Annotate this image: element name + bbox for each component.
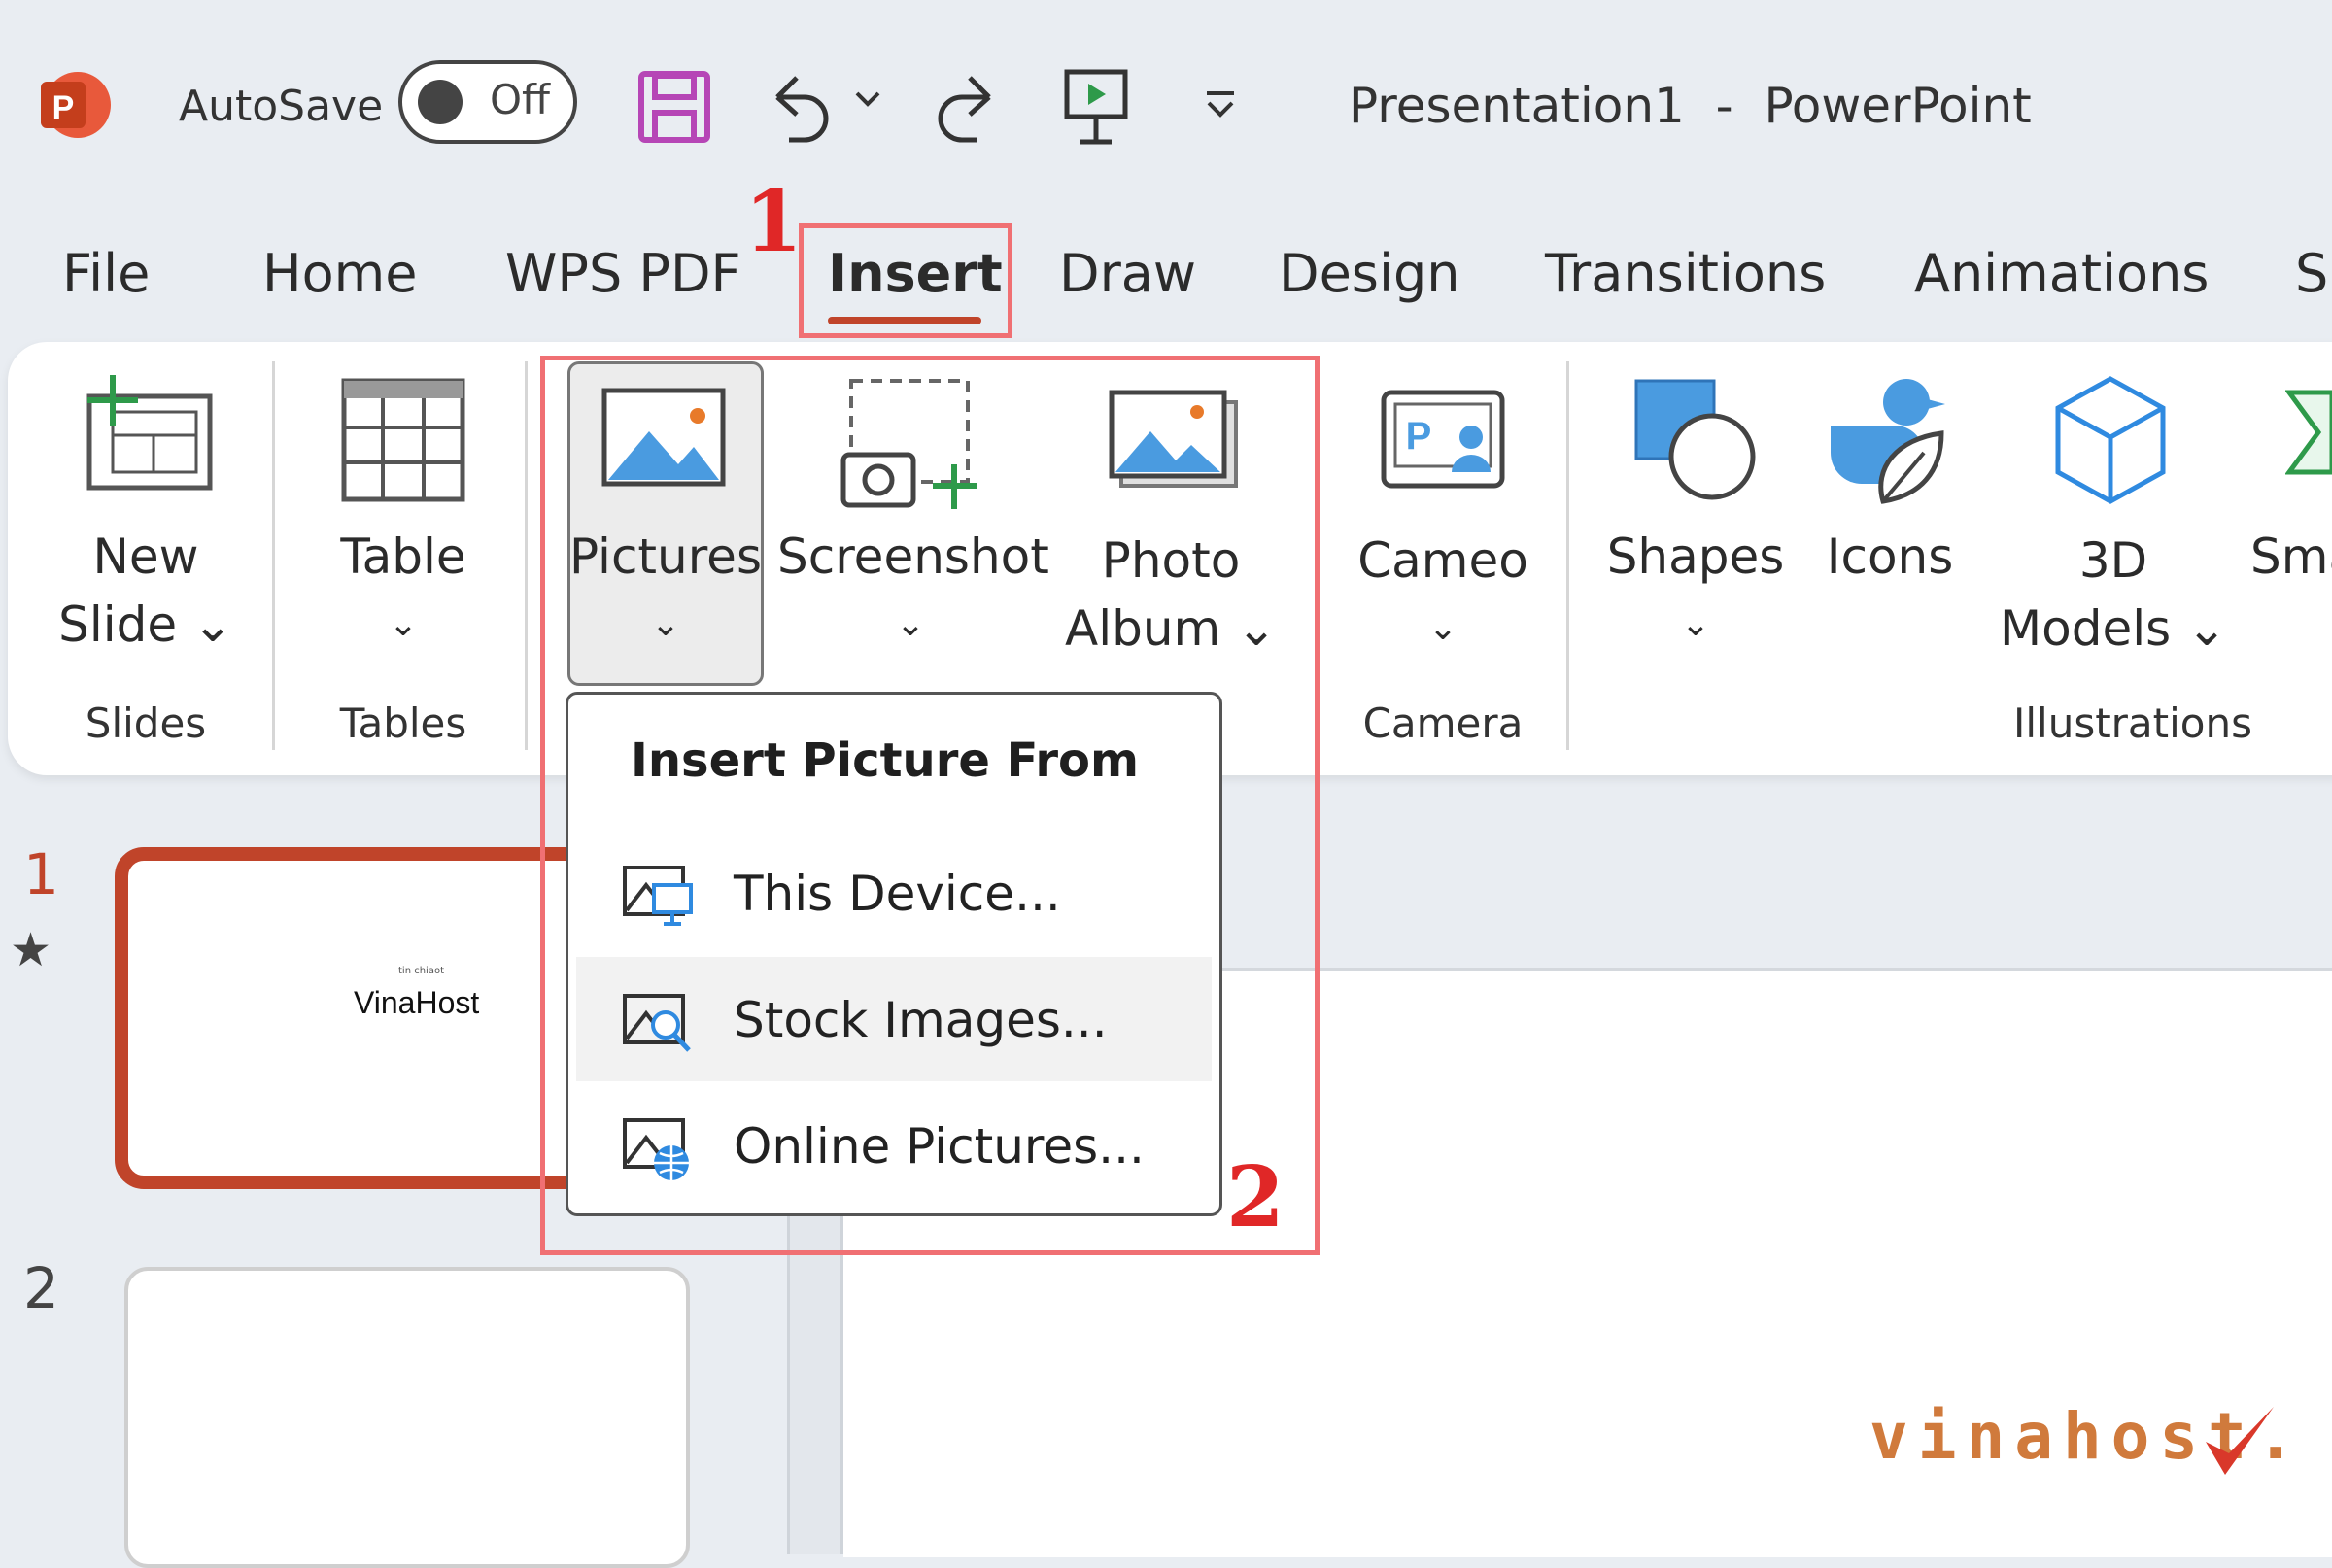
new-slide-label-line2: Slide ⌄ [58, 597, 233, 653]
tab-home[interactable]: Home [262, 243, 417, 304]
table-label: Table [340, 528, 466, 585]
tab-animations[interactable]: Animations [1914, 243, 2209, 304]
tab-wps-pdf[interactable]: WPS PDF [505, 243, 741, 304]
group-label-illustrations: Illustrations [2012, 699, 2253, 747]
smartart-icon [2284, 389, 2332, 480]
toggle-knob [418, 80, 463, 124]
shapes-label: Shapes [1606, 528, 1785, 585]
annotation-box-insert-tab [799, 223, 1012, 338]
shapes-button[interactable]: Shapes ⌄ [1594, 523, 1798, 659]
table-button[interactable]: Table ⌄ [301, 523, 505, 659]
cameo-label: Cameo [1357, 532, 1528, 589]
autosave-toggle[interactable]: Off [398, 60, 577, 144]
undo-icon[interactable] [764, 68, 832, 150]
chevron-down-icon: ⌄ [1680, 604, 1711, 644]
3d-models-label-line1: 3D [2078, 532, 2148, 589]
customize-toolbar-icon[interactable] [1201, 87, 1240, 130]
table-icon [340, 377, 466, 507]
ribbon-separator [1566, 361, 1569, 750]
group-label-tables: Tables [339, 699, 467, 747]
redo-icon[interactable] [935, 68, 1003, 150]
slide-animation-star-icon: ★ [10, 923, 52, 977]
cameo-icon: P [1380, 389, 1506, 494]
ribbon-separator [272, 361, 275, 750]
undo-dropdown-chevron-icon[interactable] [853, 89, 882, 113]
new-slide-icon [78, 371, 214, 495]
new-slide-button[interactable]: New Slide ⌄ [39, 523, 253, 659]
vinahost-check-logo [2200, 1403, 2278, 1484]
annotation-step-1: 1 [744, 173, 803, 271]
slide-1-title: VinaHost [354, 985, 480, 1020]
icons-button[interactable]: Icons [1807, 523, 1972, 591]
chevron-down-icon: ⌄ [1427, 608, 1458, 648]
3d-models-button[interactable]: 3D Models ⌄ [1992, 527, 2235, 663]
annotation-step-2: 2 [1226, 1148, 1285, 1246]
icons-label: Icons [1826, 528, 1954, 585]
present-from-start-icon[interactable] [1059, 66, 1133, 150]
autosave-state: Off [490, 76, 550, 123]
autosave-label: AutoSave [179, 82, 384, 131]
slide-1-subtitle: tin chiaot [398, 966, 444, 976]
slide-thumbnail-2[interactable] [124, 1267, 690, 1568]
svg-text:P: P [1406, 415, 1432, 458]
slide-number-2: 2 [23, 1255, 59, 1321]
3d-models-icon [2052, 375, 2169, 509]
tab-file[interactable]: File [62, 243, 150, 304]
group-label-slides: Slides [85, 699, 207, 747]
tab-slide-show[interactable]: Sl [2295, 243, 2332, 304]
cameo-button[interactable]: Cameo ⌄ [1341, 527, 1545, 663]
ribbon-separator [525, 361, 528, 750]
chevron-down-icon: ⌄ [388, 604, 419, 644]
icons-icon [1827, 375, 1953, 509]
smartart-button[interactable]: Sma [2250, 523, 2332, 591]
shapes-icon [1632, 377, 1759, 507]
new-slide-label-line1: New [92, 528, 199, 585]
powerpoint-logo: P [37, 68, 111, 142]
tab-design[interactable]: Design [1279, 243, 1459, 304]
slide-number-1: 1 [23, 841, 59, 907]
tab-transitions[interactable]: Transitions [1545, 243, 1826, 304]
window-title: Presentation1 - PowerPoint [1349, 78, 2032, 134]
group-label-camera: Camera [1362, 699, 1524, 747]
tab-draw[interactable]: Draw [1059, 243, 1196, 304]
3d-models-label-line2: Models ⌄ [2000, 600, 2227, 657]
svg-text:P: P [52, 89, 75, 126]
save-icon[interactable] [637, 70, 711, 148]
annotation-box-pictures-group [540, 356, 1320, 1255]
